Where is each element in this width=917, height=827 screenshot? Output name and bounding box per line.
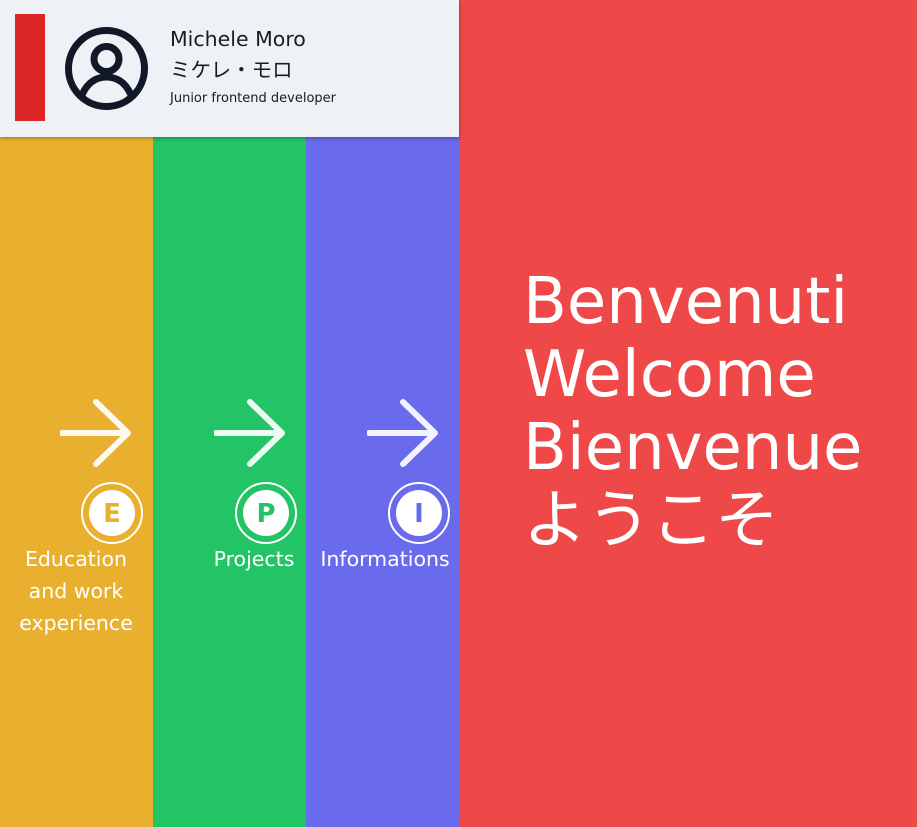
projects-label[interactable]: Projects bbox=[203, 543, 305, 575]
accent-bar bbox=[15, 14, 45, 121]
informations-badge-icon: I bbox=[388, 482, 450, 544]
profile-role: Junior frontend developer bbox=[170, 91, 337, 106]
profile-name: Michele Moro bbox=[170, 27, 306, 51]
education-badge-letter: E bbox=[103, 499, 121, 529]
welcome-text: Benvenuti Welcome Bienvenue ようこそ bbox=[523, 266, 862, 558]
informations-label[interactable]: Informations bbox=[314, 543, 456, 575]
welcome-line-french: Bienvenue bbox=[523, 411, 863, 485]
welcome-line-japanese: ようこそ bbox=[523, 484, 779, 558]
informations-badge-letter: I bbox=[414, 499, 424, 529]
profile-name-japanese: ミケレ・モロ bbox=[170, 58, 293, 82]
education-label[interactable]: Education and work experience bbox=[10, 543, 142, 639]
projects-badge-letter: P bbox=[256, 499, 275, 529]
welcome-line-italian: Benvenuti bbox=[523, 265, 849, 339]
projects-badge-icon: P bbox=[235, 482, 297, 544]
arrow-right-icon bbox=[214, 399, 285, 467]
welcome-line-english: Welcome bbox=[523, 338, 816, 412]
education-badge-icon: E bbox=[81, 482, 143, 544]
arrow-right-icon bbox=[367, 399, 438, 467]
arrow-right-icon bbox=[60, 399, 131, 467]
user-circle-icon bbox=[65, 27, 148, 110]
profile-header: Michele Moro ミケレ・モロ Junior frontend deve… bbox=[0, 0, 459, 137]
